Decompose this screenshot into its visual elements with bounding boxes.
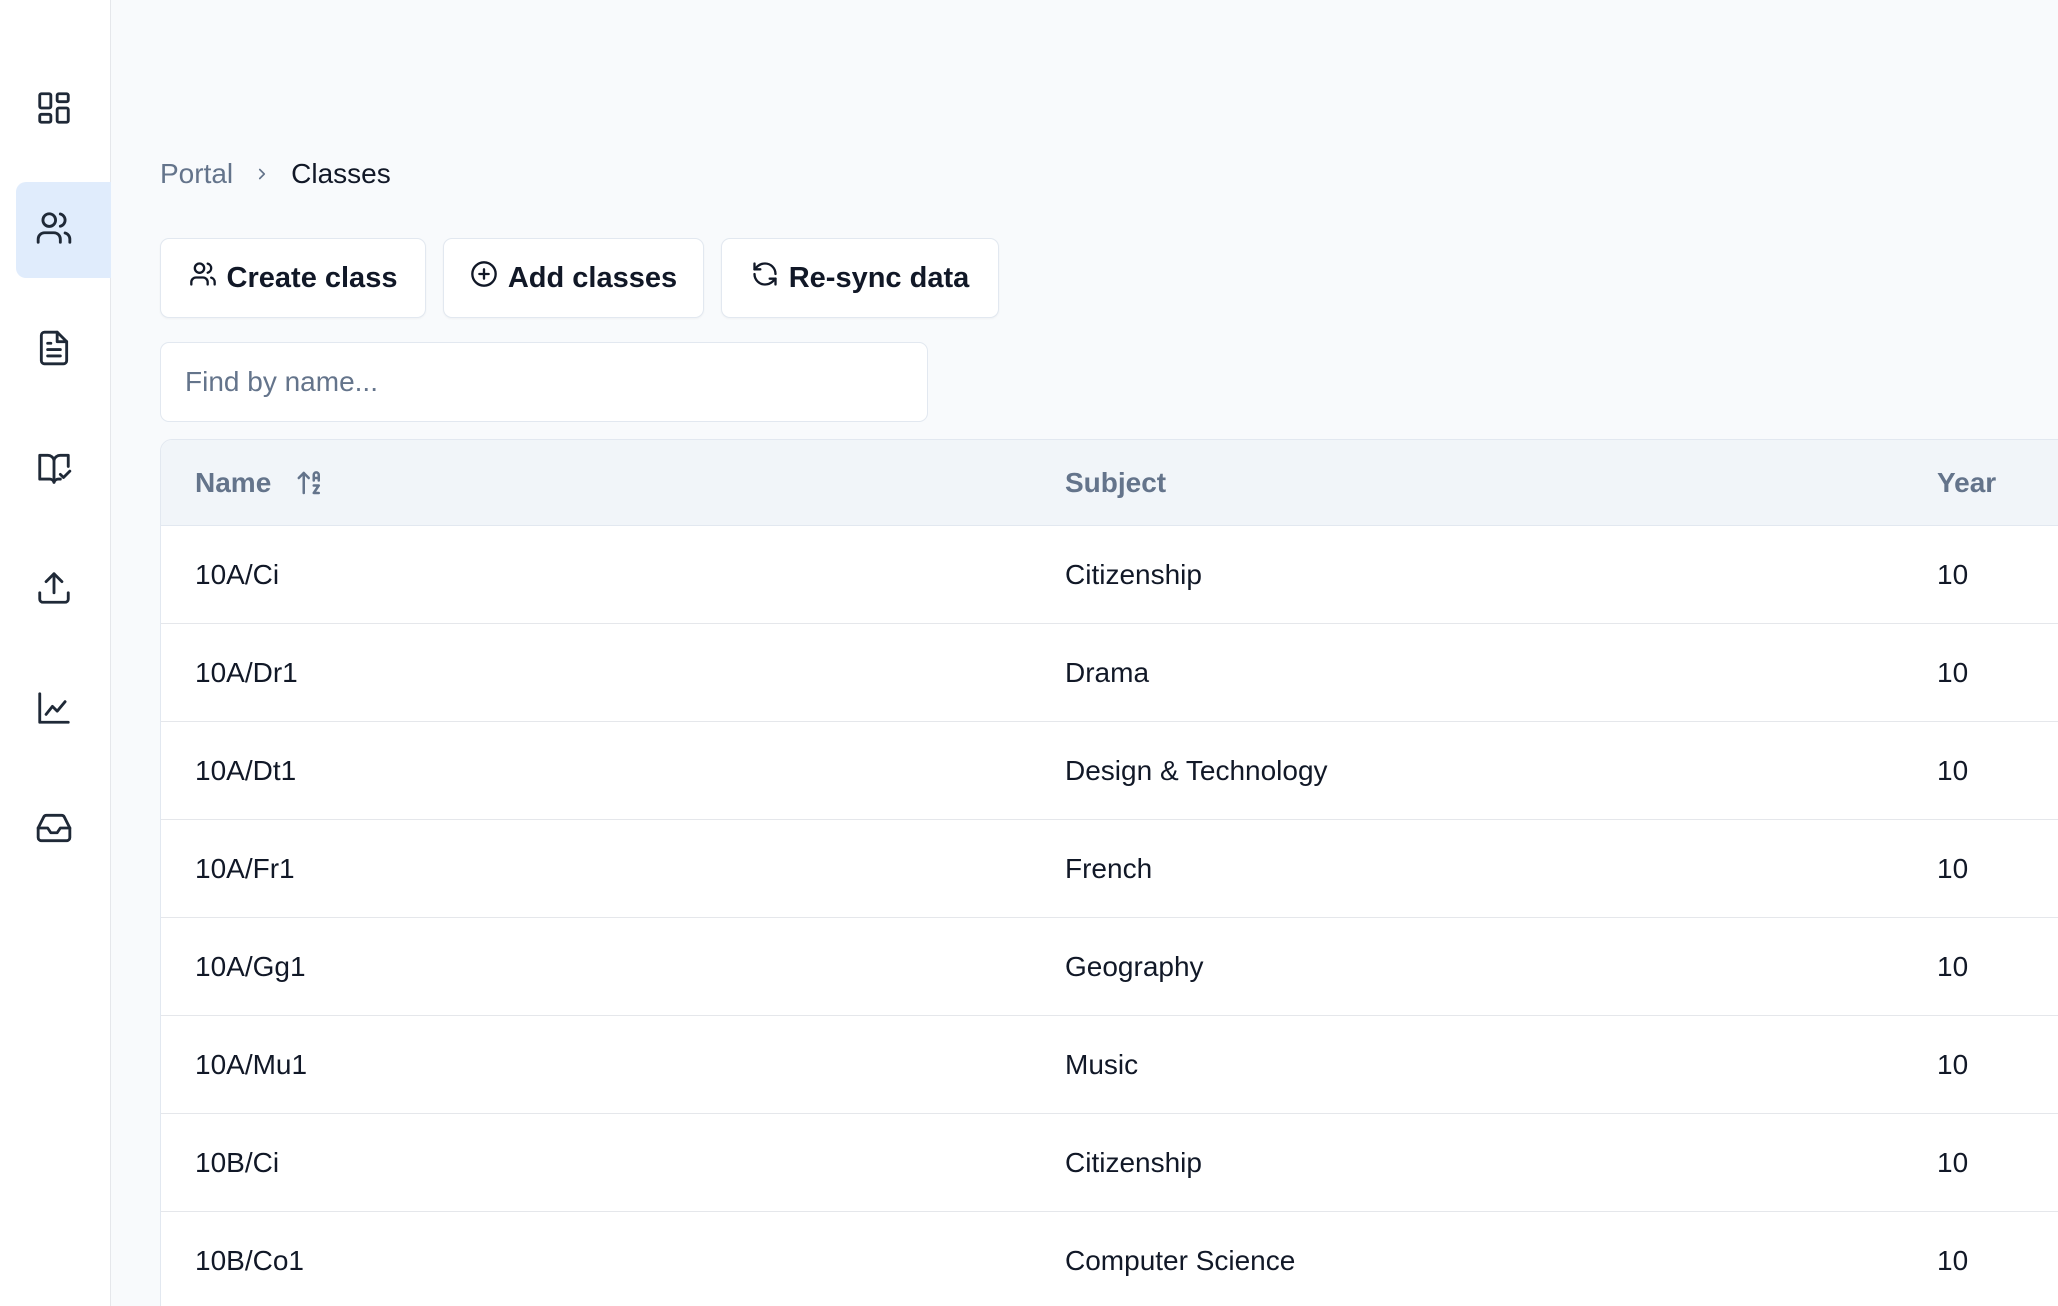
- breadcrumb-current: Classes: [291, 158, 391, 189]
- chevron-right-icon: [245, 156, 279, 192]
- sort-ascending-icon[interactable]: [295, 468, 325, 498]
- table-row[interactable]: 10B/Ci Citizenship 10: [161, 1114, 2058, 1212]
- sidebar-item-documents[interactable]: [16, 302, 111, 398]
- search-input[interactable]: [160, 342, 928, 422]
- table-header: Name Subject Year: [161, 440, 2058, 526]
- cell-year: 10: [1937, 559, 1969, 590]
- sidebar-item-classes[interactable]: [16, 182, 111, 278]
- table-row[interactable]: 10A/Fr1 French 10: [161, 820, 2058, 918]
- cell-subject: Citizenship: [1065, 1147, 1202, 1178]
- resync-data-button[interactable]: Re-sync data: [721, 238, 999, 318]
- cell-subject: Citizenship: [1065, 559, 1202, 590]
- table-row[interactable]: 10A/Ci Citizenship 10: [161, 526, 2058, 624]
- cell-year: 10: [1937, 853, 1969, 884]
- cell-name: 10A/Fr1: [195, 853, 295, 884]
- cell-name: 10A/Mu1: [195, 1049, 308, 1080]
- cell-subject: Geography: [1065, 951, 1204, 982]
- resync-data-label: Re-sync data: [788, 261, 970, 294]
- cell-subject: Design & Technology: [1065, 755, 1328, 786]
- add-classes-label: Add classes: [507, 261, 678, 294]
- inbox-icon: [35, 809, 73, 852]
- users-icon: [35, 209, 73, 252]
- cell-year: 10: [1937, 951, 1969, 982]
- upload-icon: [35, 569, 73, 612]
- dashboard-grid-icon: [35, 89, 73, 132]
- cell-name: 10A/Dr1: [195, 657, 298, 688]
- breadcrumb-portal-link[interactable]: Portal: [160, 158, 233, 190]
- line-chart-icon: [35, 689, 73, 732]
- table-row[interactable]: 10B/Co1 Computer Science 10: [161, 1212, 2058, 1306]
- add-classes-button[interactable]: Add classes: [443, 238, 704, 318]
- breadcrumb: Portal Classes: [160, 156, 391, 192]
- cell-name: 10A/Dt1: [195, 755, 297, 786]
- book-check-icon: [35, 449, 73, 492]
- create-class-button[interactable]: Create class: [160, 238, 426, 318]
- classes-table: Name Subject Year 10A/Ci Citizenship 10 …: [160, 439, 2058, 1306]
- plus-circle-icon: [470, 260, 498, 296]
- cell-name: 10A/Ci: [195, 559, 280, 590]
- document-icon: [35, 329, 73, 372]
- cell-year: 10: [1937, 1245, 1969, 1276]
- sidebar-item-upload[interactable]: [16, 542, 111, 638]
- cell-name: 10B/Ci: [195, 1147, 280, 1178]
- table-row[interactable]: 10A/Dr1 Drama 10: [161, 624, 2058, 722]
- sidebar: [0, 0, 111, 1306]
- cell-subject: Music: [1065, 1049, 1139, 1080]
- sidebar-item-inbox[interactable]: [16, 782, 111, 878]
- sidebar-item-dashboard[interactable]: [16, 62, 111, 158]
- cell-subject: Drama: [1065, 657, 1150, 688]
- cell-subject: French: [1065, 853, 1153, 884]
- column-header-name[interactable]: Name: [195, 440, 325, 526]
- table-row[interactable]: 10A/Mu1 Music 10: [161, 1016, 2058, 1114]
- cell-year: 10: [1937, 1049, 1969, 1080]
- column-header-name-label: Name: [195, 467, 272, 498]
- cell-year: 10: [1937, 755, 1969, 786]
- cell-subject: Computer Science: [1065, 1245, 1296, 1276]
- sidebar-item-assessments[interactable]: [16, 422, 111, 518]
- create-class-label: Create class: [226, 261, 398, 294]
- refresh-icon: [751, 260, 779, 296]
- cell-name: 10A/Gg1: [195, 951, 306, 982]
- table-row[interactable]: 10A/Gg1 Geography 10: [161, 918, 2058, 1016]
- cell-year: 10: [1937, 657, 1969, 688]
- table-row[interactable]: 10A/Dt1 Design & Technology 10: [161, 722, 2058, 820]
- cell-name: 10B/Co1: [195, 1245, 304, 1276]
- column-header-subject[interactable]: Subject: [1065, 440, 1166, 526]
- users-icon: [189, 260, 217, 296]
- sidebar-item-analytics[interactable]: [16, 662, 111, 758]
- cell-year: 10: [1937, 1147, 1969, 1178]
- column-header-year[interactable]: Year: [1937, 440, 1996, 526]
